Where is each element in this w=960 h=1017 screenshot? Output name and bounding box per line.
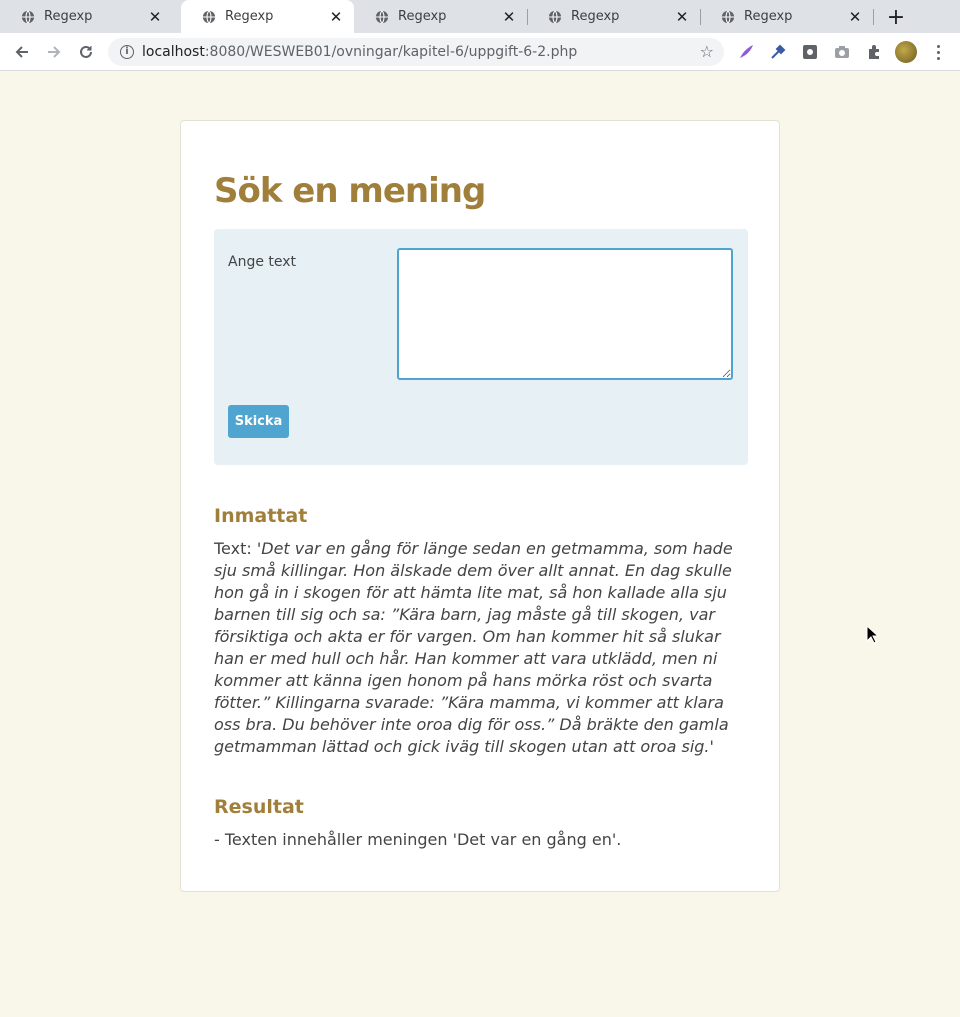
text-prefix: Text: (214, 539, 252, 558)
result-text: - Texten innehåller meningen 'Det var en… (214, 830, 622, 849)
browser-tab[interactable]: Regexp ✕ (0, 0, 173, 33)
feather-extension-icon[interactable] (736, 42, 756, 62)
entered-text: 'Det var en gång för länge sedan en getm… (214, 539, 733, 756)
tab-title: Regexp (744, 9, 793, 24)
bookmark-star-icon[interactable]: ☆ (700, 42, 714, 61)
tab-separator (873, 9, 874, 25)
browser-tab-active[interactable]: Regexp ✕ (181, 0, 354, 33)
page-title: Sök en mening (214, 171, 486, 211)
result-heading: Resultat (214, 796, 304, 818)
url-path: :8080/WESWEB01/ovningar/kapitel-6/uppgif… (204, 44, 578, 60)
submit-button[interactable]: Skicka (228, 405, 289, 438)
text-input[interactable] (397, 248, 733, 380)
forward-icon[interactable] (42, 40, 66, 64)
text-label: Ange text (228, 254, 297, 270)
eyedropper-extension-icon[interactable] (768, 42, 788, 62)
browser-toolbar: i localhost:8080/WESWEB01/ovningar/kapit… (0, 33, 960, 71)
close-icon[interactable]: ✕ (674, 8, 690, 26)
profile-avatar[interactable] (895, 41, 917, 63)
close-icon[interactable]: ✕ (328, 8, 344, 26)
globe-icon (21, 10, 35, 23)
address-bar[interactable]: i localhost:8080/WESWEB01/ovningar/kapit… (108, 38, 724, 66)
input-heading: Inmattat (214, 505, 308, 527)
search-form: Ange text Skicka (214, 229, 748, 465)
tab-title: Regexp (225, 9, 274, 24)
reload-icon[interactable] (74, 40, 98, 64)
new-tab-icon[interactable]: + (884, 5, 908, 30)
info-icon[interactable]: i (120, 45, 134, 59)
mouse-cursor-icon (866, 625, 880, 644)
browser-tab[interactable]: Regexp ✕ (354, 0, 527, 33)
back-icon[interactable] (10, 40, 34, 64)
close-icon[interactable]: ✕ (847, 8, 863, 26)
tab-title: Regexp (398, 9, 447, 24)
tab-strip: Regexp ✕ Regexp ✕ Regexp ✕ Regexp ✕ Rege… (0, 0, 960, 33)
url-host: localhost (142, 44, 205, 60)
camera-extension-icon[interactable] (832, 42, 852, 62)
content-card: Sök en mening Ange text Skicka Inmattat … (180, 120, 780, 892)
close-icon[interactable]: ✕ (501, 8, 517, 26)
input-text: Text: 'Det var en gång för länge sedan e… (214, 538, 754, 758)
menu-kebab-icon[interactable] (930, 40, 946, 64)
browser-tab[interactable]: Regexp ✕ (527, 0, 700, 33)
globe-icon (721, 10, 735, 23)
browser-tab[interactable]: Regexp ✕ (700, 0, 873, 33)
puzzle-extensions-icon[interactable] (864, 42, 884, 62)
globe-icon (202, 10, 216, 23)
tab-title: Regexp (44, 9, 93, 24)
close-icon[interactable]: ✕ (147, 8, 163, 26)
globe-icon (375, 10, 389, 23)
tab-title: Regexp (571, 9, 620, 24)
globe-icon (548, 10, 562, 23)
square-extension-icon[interactable] (800, 42, 820, 62)
